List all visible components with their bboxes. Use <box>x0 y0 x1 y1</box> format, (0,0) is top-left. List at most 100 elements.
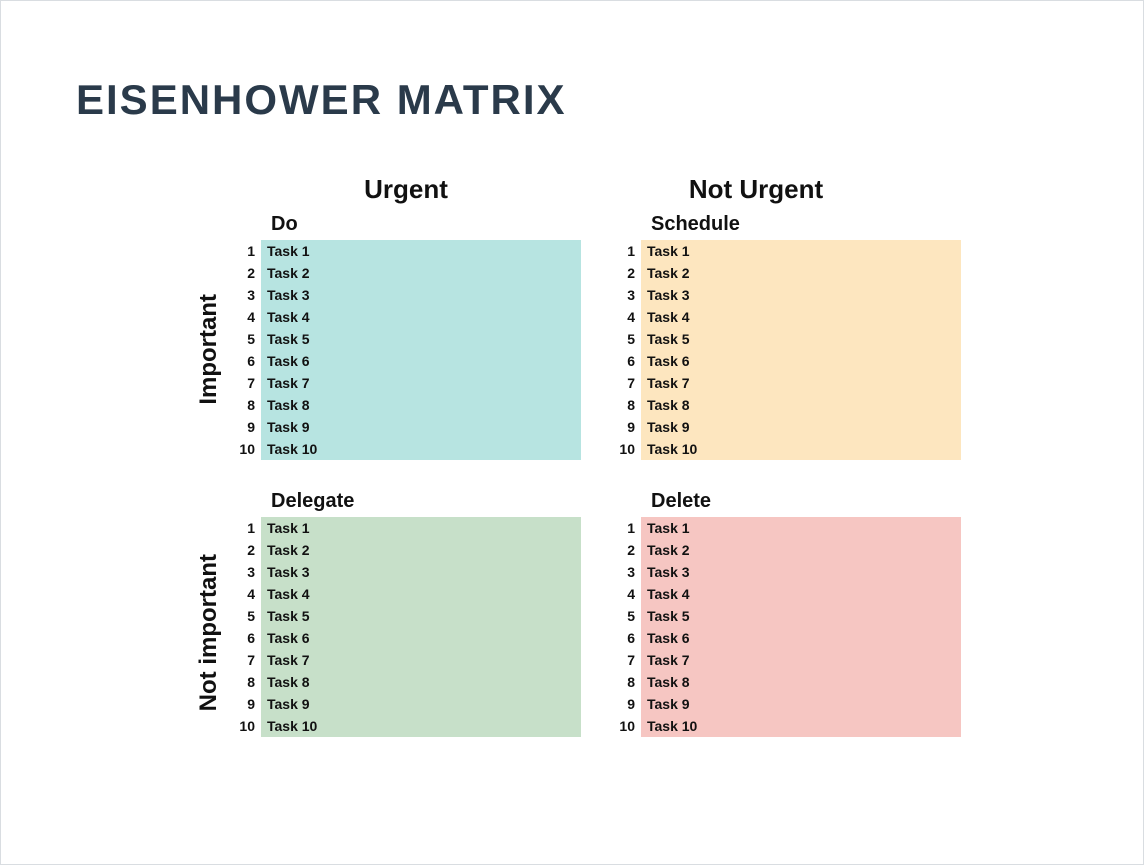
quadrant-delegate: Delegate 1Task 1 2Task 2 3Task 3 4Task 4… <box>231 490 581 737</box>
task-row: 2Task 2 <box>231 262 581 284</box>
task-row: 3Task 3 <box>611 284 961 306</box>
task-cell[interactable]: Task 10 <box>261 715 581 737</box>
task-num: 6 <box>611 630 641 646</box>
task-num: 7 <box>231 375 261 391</box>
task-row: 6Task 6 <box>231 627 581 649</box>
task-cell[interactable]: Task 4 <box>261 306 581 328</box>
task-row: 8Task 8 <box>231 671 581 693</box>
task-row: 7Task 7 <box>611 649 961 671</box>
task-cell[interactable]: Task 7 <box>261 649 581 671</box>
quadrant-delete-title: Delete <box>611 490 961 513</box>
task-num: 4 <box>231 309 261 325</box>
task-num: 2 <box>231 542 261 558</box>
task-num: 2 <box>611 265 641 281</box>
task-num: 6 <box>231 630 261 646</box>
task-num: 4 <box>611 586 641 602</box>
task-row: 3Task 3 <box>611 561 961 583</box>
task-row: 5Task 5 <box>231 328 581 350</box>
task-row: 9Task 9 <box>231 693 581 715</box>
quadrant-delegate-title: Delegate <box>231 490 581 513</box>
task-row: 4Task 4 <box>231 306 581 328</box>
task-cell[interactable]: Task 7 <box>261 372 581 394</box>
task-num: 9 <box>611 419 641 435</box>
task-cell[interactable]: Task 5 <box>641 328 961 350</box>
task-cell[interactable]: Task 4 <box>641 583 961 605</box>
task-row: 7Task 7 <box>231 372 581 394</box>
row-label-important: Important <box>195 294 223 405</box>
task-cell[interactable]: Task 3 <box>641 284 961 306</box>
task-row: 1Task 1 <box>231 240 581 262</box>
task-num: 10 <box>231 718 261 734</box>
task-cell[interactable]: Task 8 <box>261 671 581 693</box>
task-cell[interactable]: Task 1 <box>261 240 581 262</box>
task-num: 8 <box>231 674 261 690</box>
task-num: 9 <box>231 696 261 712</box>
quadrant-do: Do 1Task 1 2Task 2 3Task 3 4Task 4 5Task… <box>231 213 581 460</box>
task-cell[interactable]: Task 2 <box>641 262 961 284</box>
quadrant-delegate-list: 1Task 1 2Task 2 3Task 3 4Task 4 5Task 5 … <box>231 517 581 737</box>
task-cell[interactable]: Task 8 <box>261 394 581 416</box>
task-num: 5 <box>231 331 261 347</box>
task-num: 8 <box>611 397 641 413</box>
task-cell[interactable]: Task 6 <box>261 350 581 372</box>
task-cell[interactable]: Task 1 <box>261 517 581 539</box>
task-num: 7 <box>611 652 641 668</box>
task-cell[interactable]: Task 7 <box>641 372 961 394</box>
task-num: 8 <box>611 674 641 690</box>
task-cell[interactable]: Task 2 <box>261 539 581 561</box>
task-row: 1Task 1 <box>611 517 961 539</box>
task-cell[interactable]: Task 5 <box>641 605 961 627</box>
task-row: 5Task 5 <box>611 328 961 350</box>
task-cell[interactable]: Task 6 <box>641 627 961 649</box>
task-cell[interactable]: Task 5 <box>261 328 581 350</box>
task-num: 1 <box>231 520 261 536</box>
task-cell[interactable]: Task 2 <box>261 262 581 284</box>
task-num: 1 <box>611 520 641 536</box>
quadrant-do-list: 1Task 1 2Task 2 3Task 3 4Task 4 5Task 5 … <box>231 240 581 460</box>
task-cell[interactable]: Task 2 <box>641 539 961 561</box>
task-num: 3 <box>231 287 261 303</box>
task-num: 3 <box>231 564 261 580</box>
task-cell[interactable]: Task 3 <box>261 284 581 306</box>
quadrant-schedule-title: Schedule <box>611 213 961 236</box>
task-cell[interactable]: Task 6 <box>641 350 961 372</box>
task-row: 9Task 9 <box>611 693 961 715</box>
task-cell[interactable]: Task 10 <box>641 438 961 460</box>
task-num: 6 <box>231 353 261 369</box>
task-cell[interactable]: Task 1 <box>641 517 961 539</box>
task-num: 3 <box>611 287 641 303</box>
task-num: 3 <box>611 564 641 580</box>
task-cell[interactable]: Task 7 <box>641 649 961 671</box>
task-cell[interactable]: Task 8 <box>641 394 961 416</box>
task-num: 2 <box>611 542 641 558</box>
task-num: 6 <box>611 353 641 369</box>
task-cell[interactable]: Task 3 <box>641 561 961 583</box>
task-row: 1Task 1 <box>611 240 961 262</box>
task-row: 2Task 2 <box>611 539 961 561</box>
task-row: 10Task 10 <box>231 715 581 737</box>
task-cell[interactable]: Task 6 <box>261 627 581 649</box>
task-cell[interactable]: Task 4 <box>641 306 961 328</box>
quadrant-schedule: Schedule 1Task 1 2Task 2 3Task 3 4Task 4… <box>611 213 961 460</box>
task-cell[interactable]: Task 8 <box>641 671 961 693</box>
task-row: 6Task 6 <box>231 350 581 372</box>
task-cell[interactable]: Task 10 <box>261 438 581 460</box>
task-row: 9Task 9 <box>611 416 961 438</box>
task-cell[interactable]: Task 3 <box>261 561 581 583</box>
task-cell[interactable]: Task 1 <box>641 240 961 262</box>
task-cell[interactable]: Task 9 <box>261 416 581 438</box>
task-num: 1 <box>231 243 261 259</box>
task-cell[interactable]: Task 9 <box>261 693 581 715</box>
task-cell[interactable]: Task 5 <box>261 605 581 627</box>
matrix-area: Important Not important Urgent Not Urgen… <box>231 174 971 737</box>
task-cell[interactable]: Task 10 <box>641 715 961 737</box>
task-num: 5 <box>611 331 641 347</box>
task-cell[interactable]: Task 4 <box>261 583 581 605</box>
page-title: EISENHOWER MATRIX <box>1 76 1143 124</box>
task-cell[interactable]: Task 9 <box>641 416 961 438</box>
task-num: 8 <box>231 397 261 413</box>
task-row: 4Task 4 <box>231 583 581 605</box>
task-row: 6Task 6 <box>611 350 961 372</box>
task-row: 1Task 1 <box>231 517 581 539</box>
task-cell[interactable]: Task 9 <box>641 693 961 715</box>
